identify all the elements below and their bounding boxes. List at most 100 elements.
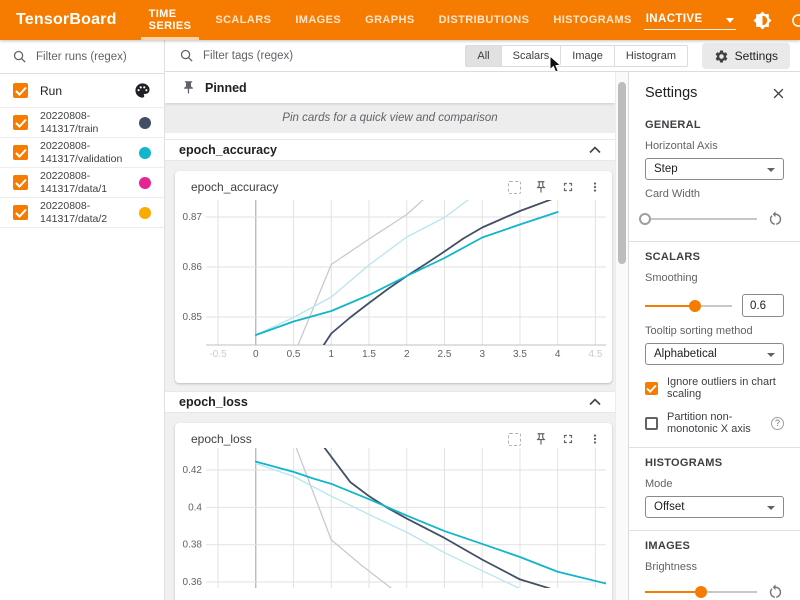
tooltip-sorting-label: Tooltip sorting method [645,325,784,337]
horizontal-axis-label: Horizontal Axis [645,140,784,152]
tab-distributions[interactable]: DISTRIBUTIONS [427,0,542,40]
pin-card-icon[interactable] [534,180,548,194]
card-width-slider[interactable] [645,212,757,226]
run-color-dot[interactable] [139,177,151,189]
partition-x-axis-checkbox[interactable] [645,417,658,430]
filter-image-button[interactable]: Image [560,45,615,67]
nav-tabs: TIME SERIES SCALARS IMAGES GRAPHS DISTRI… [137,0,644,40]
settings-general-section: GENERAL Horizontal Axis Step Card Width [629,110,800,241]
run-name: 20220808-141317/data/2 [40,200,124,225]
reset-icon[interactable] [767,210,784,227]
fit-to-data-icon[interactable] [508,181,521,194]
refresh-icon[interactable] [789,11,800,30]
section-title: epoch_loss [179,395,248,409]
brightness-icon[interactable] [753,11,772,30]
pin-card-icon[interactable] [534,432,548,446]
filter-scalars-button[interactable]: Scalars [501,45,562,67]
epoch-loss-line-chart[interactable]: 0.360.380.40.42 [178,448,608,588]
ignore-outliers-label: Ignore outliers in chart scaling [667,376,784,400]
smoothing-slider[interactable] [645,299,732,313]
app-title: TensorBoard [16,11,117,29]
run-checkbox[interactable] [13,145,28,160]
more-options-icon[interactable] [588,432,602,446]
run-status-select[interactable]: INACTIVE [644,10,736,30]
tensorboard-app: TensorBoard TIME SERIES SCALARS IMAGES G… [0,0,800,600]
tooltip-sorting-select[interactable]: Alphabetical [645,343,784,365]
svg-text:0: 0 [253,349,259,360]
close-icon[interactable] [771,86,786,101]
run-checkbox[interactable] [13,205,28,220]
section-header-epoch-loss[interactable]: epoch_loss [165,391,615,413]
smoothing-input[interactable]: 0.6 [742,294,784,317]
svg-text:0.36: 0.36 [183,577,203,588]
tab-images[interactable]: IMAGES [283,0,353,40]
palette-icon[interactable] [134,82,151,99]
svg-text:0.42: 0.42 [183,465,203,476]
section-epoch-loss: epoch_loss epoch_loss [165,391,615,600]
gear-icon [714,49,729,64]
run-checkbox[interactable] [13,115,28,130]
reset-icon[interactable] [767,583,784,600]
run-color-dot[interactable] [139,147,151,159]
tab-scalars[interactable]: SCALARS [203,0,283,40]
horizontal-axis-value: Step [654,163,678,175]
fit-to-data-icon[interactable] [508,433,521,446]
svg-text:2: 2 [404,349,410,360]
scrollbar-thumb[interactable] [618,82,626,264]
select-all-runs-checkbox[interactable] [13,83,28,98]
chevron-up-icon[interactable] [589,398,601,406]
svg-text:0.87: 0.87 [183,212,203,223]
filter-all-button[interactable]: All [465,45,501,67]
check-icon [15,86,27,96]
brightness-slider[interactable] [645,585,757,599]
card-width-label: Card Width [645,188,784,200]
chevron-up-icon[interactable] [589,146,601,154]
more-options-icon[interactable] [588,180,602,194]
tab-histograms[interactable]: HISTOGRAMS [541,0,643,40]
tab-time-series[interactable]: TIME SERIES [137,0,204,40]
runs-list: 20220808-141317/train20220808-141317/val… [0,108,164,228]
section-header-epoch-accuracy[interactable]: epoch_accuracy [165,139,615,161]
fullscreen-icon[interactable] [561,180,575,194]
vertical-scrollbar[interactable] [615,72,628,600]
settings-button[interactable]: Settings [702,43,790,69]
svg-text:0.5: 0.5 [287,349,301,360]
filter-tags-input[interactable]: Filter tags (regex) [203,50,293,62]
runs-header-row: Run [0,74,164,108]
tab-graphs[interactable]: GRAPHS [353,0,426,40]
section-epoch-accuracy: epoch_accuracy epoch_accuracy [165,139,615,391]
partition-x-axis-row: Partition non-monotonic X axis ? [645,411,784,435]
check-icon [15,208,27,218]
epoch-accuracy-line-chart[interactable]: 0.850.860.8700.511.522.533.54-0.54.5 [178,196,608,368]
run-color-dot[interactable] [139,117,151,129]
horizontal-axis-select[interactable]: Step [645,158,784,180]
settings-panel: Settings GENERAL Horizontal Axis Step Ca… [628,72,800,600]
svg-text:0.86: 0.86 [183,262,203,273]
filter-runs-input[interactable]: Filter runs (regex) [0,40,164,74]
check-icon [646,384,657,393]
filter-histogram-button[interactable]: Histogram [614,45,688,67]
svg-text:2.5: 2.5 [438,349,452,360]
ignore-outliers-checkbox[interactable] [645,382,658,395]
fullscreen-icon[interactable] [561,432,575,446]
histogram-mode-select[interactable]: Offset [645,496,784,518]
settings-images-section: IMAGES Brightness Contrast [629,531,800,600]
check-icon [15,148,27,158]
run-name: 20220808-141317/data/1 [40,170,124,195]
run-color-dot[interactable] [139,207,151,219]
svg-text:1.5: 1.5 [362,349,376,360]
smoothing-label: Smoothing [645,272,784,284]
help-icon[interactable]: ? [771,417,784,430]
run-name: 20220808-141317/train [40,110,124,135]
brightness-label: Brightness [645,561,784,573]
settings-scalars-section: SCALARS Smoothing 0.6 Tooltip sorting me… [629,242,800,447]
section-title: epoch_accuracy [179,143,277,157]
svg-text:4.5: 4.5 [588,349,602,360]
search-icon [179,48,194,63]
card-title: epoch_loss [191,432,252,446]
pin-icon [181,80,196,95]
settings-button-label: Settings [735,49,778,63]
settings-panel-title: Settings [645,85,697,101]
search-icon [12,49,27,64]
run-checkbox[interactable] [13,175,28,190]
